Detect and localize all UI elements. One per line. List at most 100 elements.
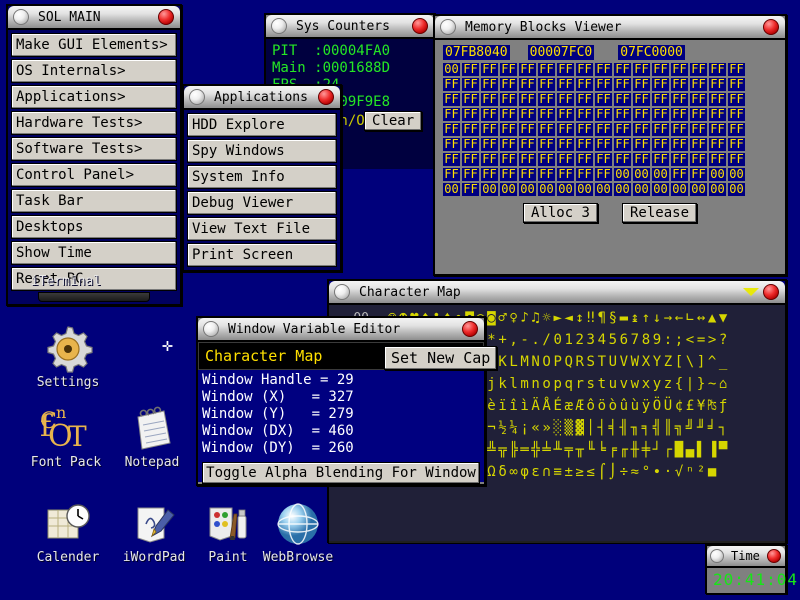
memory-hex-cell[interactable]: FF xyxy=(519,153,536,166)
memory-hex-cell[interactable]: FF xyxy=(538,78,555,91)
memory-hex-cell[interactable]: 00 xyxy=(576,183,593,196)
memory-hex-cell[interactable]: FF xyxy=(576,168,593,181)
memory-hex-cell[interactable]: FF xyxy=(500,78,517,91)
memory-hex-cell[interactable]: FF xyxy=(462,108,479,121)
memory-hex-cell[interactable]: FF xyxy=(671,63,688,76)
memory-hex-cell[interactable]: FF xyxy=(709,138,726,151)
memory-hex-cell[interactable]: FF xyxy=(519,123,536,136)
memory-hex-cell[interactable]: FF xyxy=(443,168,460,181)
memory-hex-cell[interactable]: FF xyxy=(709,123,726,136)
menu-item-make-gui-elements[interactable]: Make GUI Elements> xyxy=(11,33,177,57)
menu-item-debug-viewer[interactable]: Debug Viewer xyxy=(187,191,337,215)
window-menu-icon[interactable] xyxy=(189,89,205,105)
memory-hex-cell[interactable]: FF xyxy=(538,138,555,151)
memory-hex-cell[interactable]: FF xyxy=(519,63,536,76)
memory-hex-cell[interactable]: 00 xyxy=(690,183,707,196)
memory-hex-cell[interactable]: FF xyxy=(500,123,517,136)
memory-hex-cell[interactable]: FF xyxy=(709,93,726,106)
memory-hex-cell[interactable]: FF xyxy=(728,123,745,136)
desktop-icon-calender[interactable]: Calender xyxy=(20,500,116,565)
titlebar-sol-main[interactable]: SOL MAIN xyxy=(8,6,180,30)
memory-hex-cell[interactable]: FF xyxy=(443,93,460,106)
memory-hex-cell[interactable]: FF xyxy=(652,63,669,76)
memory-hex-cell[interactable]: FF xyxy=(728,93,745,106)
titlebar-character-map[interactable]: Character Map xyxy=(329,281,785,305)
memory-hex-cell[interactable]: FF xyxy=(481,93,498,106)
memory-hex-cell[interactable]: FF xyxy=(614,78,631,91)
memory-hex-cell[interactable]: 00 xyxy=(633,168,650,181)
menu-item-print-screen[interactable]: Print Screen xyxy=(187,243,337,267)
memory-hex-cell[interactable]: FF xyxy=(614,138,631,151)
memory-hex-cell[interactable]: FF xyxy=(728,63,745,76)
memory-hex-cell[interactable]: FF xyxy=(633,63,650,76)
window-menu-icon[interactable] xyxy=(710,549,724,563)
memory-hex-cell[interactable]: FF xyxy=(614,108,631,121)
memory-hex-cell[interactable]: FF xyxy=(576,63,593,76)
memory-hex-cell[interactable]: FF xyxy=(614,123,631,136)
memory-hex-cell[interactable]: FF xyxy=(481,123,498,136)
memory-hex-cell[interactable]: FF xyxy=(595,63,612,76)
close-icon[interactable] xyxy=(763,19,779,35)
memory-hex-cell[interactable]: FF xyxy=(728,78,745,91)
memory-hex-cell[interactable]: 00 xyxy=(614,168,631,181)
memory-hex-cell[interactable]: FF xyxy=(595,168,612,181)
memory-hex-cell[interactable]: FF xyxy=(690,78,707,91)
memory-hex-cell[interactable]: FF xyxy=(576,123,593,136)
memory-hex-cell[interactable]: FF xyxy=(652,78,669,91)
set-new-cap-button[interactable]: Set New Cap xyxy=(384,346,498,370)
desktop-icon-webbrowse[interactable]: WebBrowse xyxy=(250,500,346,565)
memory-hex-cell[interactable]: FF xyxy=(557,123,574,136)
memory-hex-cell[interactable]: FF xyxy=(557,93,574,106)
menu-item-show-time[interactable]: Show Time xyxy=(11,241,177,265)
memory-hex-cell[interactable]: FF xyxy=(690,108,707,121)
menu-item-system-info[interactable]: System Info xyxy=(187,165,337,189)
memory-hex-cell[interactable]: FF xyxy=(557,138,574,151)
menu-item-os-internals[interactable]: OS Internals> xyxy=(11,59,177,83)
menu-item-applications[interactable]: Applications> xyxy=(11,85,177,109)
memory-hex-cell[interactable]: FF xyxy=(443,123,460,136)
memory-hex-cell[interactable]: FF xyxy=(443,153,460,166)
memory-hex-cell[interactable]: FF xyxy=(519,78,536,91)
memory-hex-cell[interactable]: FF xyxy=(462,153,479,166)
desktop-icon-font-pack[interactable]: f n O C T Font Pack xyxy=(18,404,114,470)
memory-hex-cell[interactable]: FF xyxy=(709,63,726,76)
memory-hex-cell[interactable]: FF xyxy=(690,168,707,181)
memory-hex-cell[interactable]: FF xyxy=(519,138,536,151)
memory-hex-cell[interactable]: FF xyxy=(614,153,631,166)
window-menu-icon[interactable] xyxy=(440,19,456,35)
memory-hex-cell[interactable]: FF xyxy=(595,78,612,91)
memory-hex-cell[interactable]: FF xyxy=(671,138,688,151)
memory-hex-cell[interactable]: 00 xyxy=(500,183,517,196)
memory-hex-cell[interactable]: 00 xyxy=(443,183,460,196)
memory-hex-cell[interactable]: FF xyxy=(443,78,460,91)
alloc-button[interactable]: Alloc 3 xyxy=(522,203,598,223)
memory-hex-cell[interactable]: FF xyxy=(538,168,555,181)
window-menu-icon[interactable] xyxy=(334,284,350,300)
memory-hex-cell[interactable]: FF xyxy=(462,183,479,196)
memory-hex-cell[interactable]: FF xyxy=(500,108,517,121)
window-variable-editor[interactable]: Window Variable Editor Character Map Win… xyxy=(196,316,486,486)
memory-hex-cell[interactable]: FF xyxy=(538,93,555,106)
memory-hex-cell[interactable]: FF xyxy=(633,153,650,166)
memory-hex-cell[interactable]: 00 xyxy=(728,168,745,181)
memory-hex-cell[interactable]: FF xyxy=(557,78,574,91)
memory-hex-cell[interactable]: FF xyxy=(671,93,688,106)
memory-hex-cell[interactable]: 00 xyxy=(709,183,726,196)
memory-hex-cell[interactable]: FF xyxy=(690,123,707,136)
window-time[interactable]: Time 20:41:04 xyxy=(705,544,797,594)
memory-hex-cell[interactable]: FF xyxy=(690,63,707,76)
memory-hex-cell[interactable]: FF xyxy=(709,108,726,121)
memory-hex-cell[interactable]: FF xyxy=(671,168,688,181)
window-menu-icon[interactable] xyxy=(203,321,219,337)
toggle-alpha-blending-button[interactable]: Toggle Alpha Blending For Window xyxy=(202,462,480,484)
close-icon[interactable] xyxy=(462,321,478,337)
memory-hex-cell[interactable]: FF xyxy=(500,168,517,181)
memory-hex-cell[interactable]: FF xyxy=(538,153,555,166)
window-resize-grip-sol-main[interactable] xyxy=(8,292,180,304)
memory-hex-cell[interactable]: 00 xyxy=(557,183,574,196)
memory-hex-cell[interactable]: FF xyxy=(614,93,631,106)
memory-hex-cell[interactable]: FF xyxy=(709,78,726,91)
memory-hex-cell[interactable]: FF xyxy=(671,108,688,121)
memory-hex-cell[interactable]: FF xyxy=(500,138,517,151)
menu-item-software-tests[interactable]: Software Tests> xyxy=(11,137,177,161)
